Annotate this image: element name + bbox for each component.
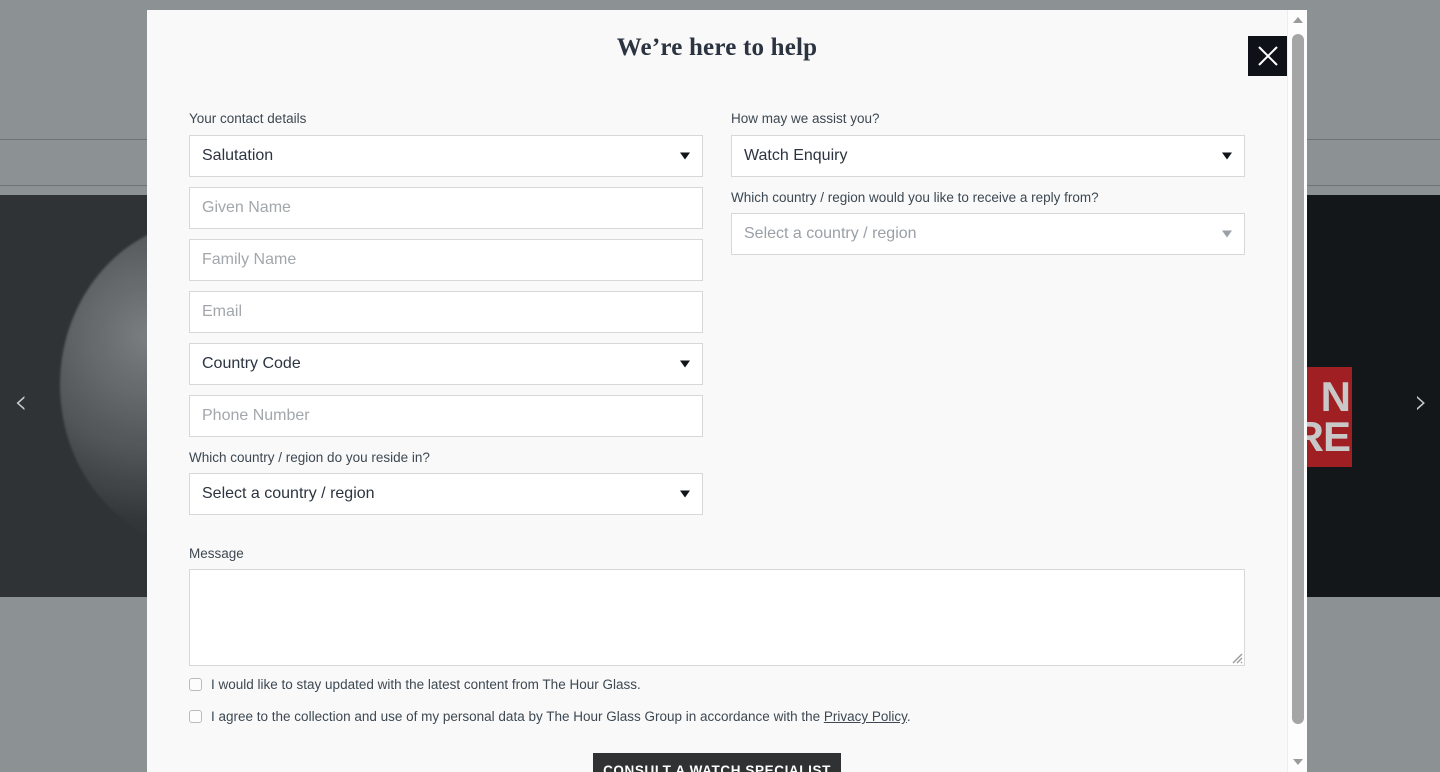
message-input[interactable] — [189, 569, 1245, 666]
privacy-policy-link[interactable]: Privacy Policy — [824, 709, 907, 724]
salutation-value: Salutation — [202, 146, 274, 164]
newsletter-consent-row: I would like to stay updated with the la… — [189, 676, 641, 694]
submit-button[interactable]: CONSULT A WATCH SPECIALIST — [593, 753, 841, 772]
reply-country-select[interactable]: Select a country / region — [731, 213, 1245, 256]
newsletter-consent-label: I would like to stay updated with the la… — [211, 677, 641, 692]
contact-modal: We’re here to help Your contact details … — [147, 10, 1307, 772]
scroll-up-arrow-icon[interactable] — [1288, 12, 1307, 28]
family-name-input[interactable]: Family Name — [189, 238, 703, 281]
phone-number-input[interactable]: Phone Number — [189, 394, 703, 437]
privacy-consent-text-before: I agree to the collection and use of my … — [211, 709, 824, 724]
salutation-select[interactable]: Salutation — [189, 134, 703, 177]
modal-content: We’re here to help Your contact details … — [147, 10, 1288, 772]
scrollbar-thumb[interactable] — [1292, 34, 1304, 724]
residence-country-value: Select a country / region — [202, 485, 375, 503]
privacy-consent-row: I agree to the collection and use of my … — [189, 708, 911, 726]
family-name-placeholder: Family Name — [202, 250, 297, 268]
scroll-down-arrow-icon[interactable] — [1288, 754, 1307, 770]
enquiry-type-value: Watch Enquiry — [744, 146, 848, 164]
modal-title: We’re here to help — [616, 34, 818, 61]
newsletter-consent-checkbox[interactable] — [189, 678, 202, 692]
privacy-consent-checkbox[interactable] — [189, 710, 202, 724]
residence-country-label: Which country / region do you reside in? — [189, 449, 430, 465]
modal-scrollbar[interactable] — [1287, 10, 1307, 772]
email-input[interactable]: Email — [189, 290, 703, 333]
reply-country-value: Select a country / region — [744, 225, 917, 243]
given-name-input[interactable]: Given Name — [189, 186, 703, 229]
assist-label: How may we assist you? — [731, 111, 880, 126]
privacy-consent-text-after: . — [906, 709, 911, 724]
chevron-down-icon — [680, 490, 690, 498]
chevron-down-icon — [1222, 230, 1232, 238]
reply-country-label: Which country / region would you like to… — [731, 189, 1099, 205]
email-placeholder: Email — [202, 302, 243, 320]
close-icon[interactable] — [1248, 36, 1288, 76]
chevron-down-icon — [680, 152, 690, 160]
hero-badge-line-1: N — [1320, 372, 1351, 420]
message-label: Message — [189, 546, 244, 561]
country-code-select[interactable]: Country Code — [189, 342, 703, 385]
privacy-consent-label: I agree to the collection and use of my … — [211, 708, 911, 726]
phone-number-placeholder: Phone Number — [202, 406, 310, 424]
carousel-prev-arrow-icon[interactable]: ‹ — [14, 385, 28, 419]
country-code-value: Country Code — [202, 354, 301, 372]
residence-country-select[interactable]: Select a country / region — [189, 473, 703, 516]
chevron-down-icon — [1222, 152, 1232, 160]
chevron-down-icon — [680, 360, 690, 368]
given-name-placeholder: Given Name — [202, 198, 291, 216]
enquiry-type-select[interactable]: Watch Enquiry — [731, 134, 1245, 177]
contact-details-column: Your contact details Salutation Given Na… — [189, 110, 703, 525]
contact-details-label: Your contact details — [189, 111, 307, 126]
carousel-next-arrow-icon[interactable]: › — [1414, 385, 1428, 419]
enquiry-column: How may we assist you? Watch Enquiry Whi… — [731, 110, 1245, 265]
